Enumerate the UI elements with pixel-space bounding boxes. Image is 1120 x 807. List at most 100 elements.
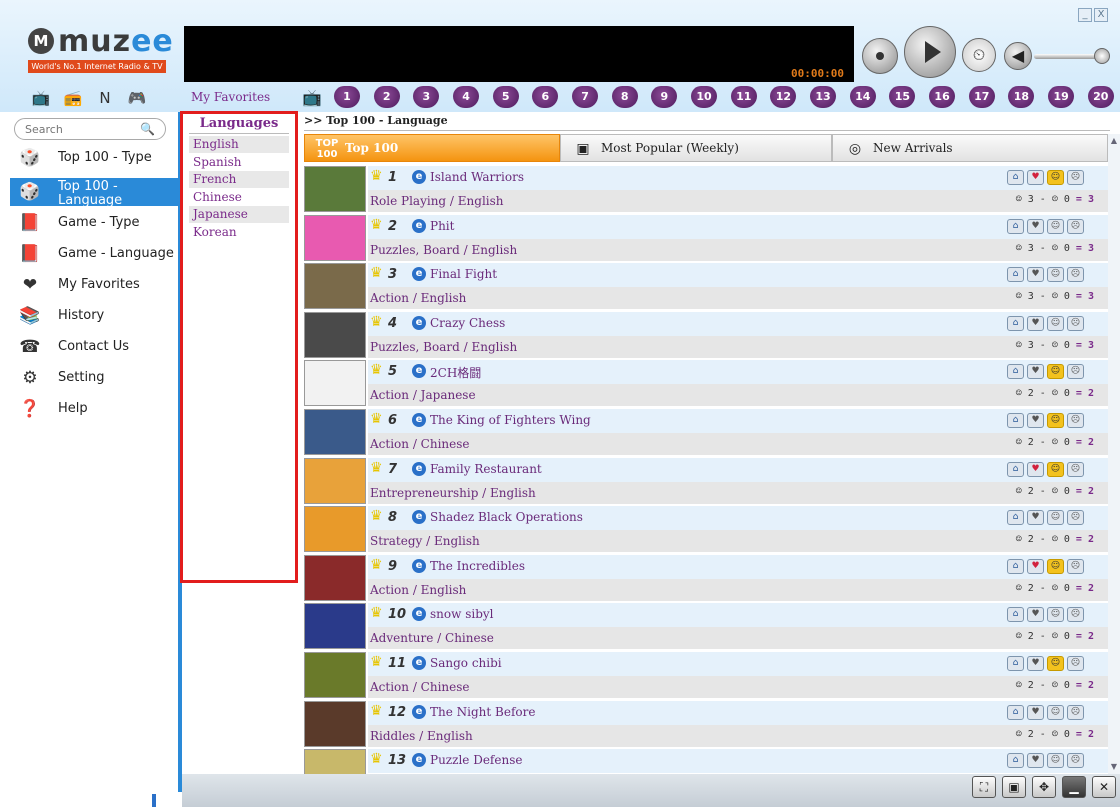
channel-17-button[interactable]: 17 bbox=[968, 86, 995, 108]
sidebar-item-contact-us[interactable]: ☎ Contact Us bbox=[10, 333, 180, 361]
game-title[interactable]: The King of Fighters Wing bbox=[430, 413, 591, 427]
game-title[interactable]: The Night Before bbox=[430, 705, 535, 719]
game-row[interactable]: ♛ 1 e Island Warriors ⌂ ♥ ☺ ☹ Role Playing / Eng… bbox=[304, 166, 1108, 214]
game-row[interactable]: ♛ 12 e The Night Before ⌂ ♥ ☺ ☹ Riddles / Englis… bbox=[304, 700, 1108, 749]
tab-most-popular-weekly-[interactable]: ▣ Most Popular (Weekly) bbox=[560, 134, 832, 162]
channel-7-button[interactable]: 7 bbox=[572, 86, 599, 108]
scroll-down-icon[interactable]: ▼ bbox=[1109, 762, 1119, 772]
home-icon[interactable]: ⌂ bbox=[1007, 656, 1024, 671]
vertical-scrollbar[interactable]: ▲ ▼ bbox=[1108, 134, 1120, 774]
radio-mode-icon[interactable]: 📻 bbox=[62, 88, 84, 108]
game-title[interactable]: Puzzle Defense bbox=[430, 753, 522, 767]
thumbs-up-icon[interactable]: ☺ bbox=[1047, 170, 1064, 185]
sidebar-item-my-favorites[interactable]: ❤ My Favorites bbox=[10, 271, 180, 299]
channel-10-button[interactable]: 10 bbox=[691, 86, 718, 108]
heart-icon[interactable]: ♥ bbox=[1027, 704, 1044, 720]
thumbs-up-icon[interactable]: ☺ bbox=[1047, 753, 1064, 769]
tab-new-arrivals[interactable]: ◎ New Arrivals bbox=[832, 134, 1108, 162]
clock-icon[interactable]: ⏲ bbox=[962, 38, 996, 72]
heart-icon[interactable]: ♥ bbox=[1027, 607, 1044, 623]
home-icon[interactable]: ⌂ bbox=[1007, 510, 1024, 526]
play-link-icon[interactable]: e bbox=[412, 315, 426, 330]
heart-icon[interactable]: ♥ bbox=[1027, 315, 1044, 331]
language-item-chinese[interactable]: Chinese bbox=[189, 189, 289, 206]
game-row[interactable]: ♛ 9 e The Incredibles ⌂ ♥ ☺ ☹ Action / English ☺ … bbox=[304, 554, 1108, 603]
play-link-icon[interactable]: e bbox=[412, 413, 426, 427]
fit-button[interactable]: ✥ bbox=[1032, 776, 1056, 798]
language-item-japanese[interactable]: Japanese bbox=[189, 206, 289, 223]
channel-8-button[interactable]: 8 bbox=[611, 86, 638, 108]
game-thumbnail[interactable] bbox=[304, 360, 366, 407]
game-thumbnail[interactable] bbox=[304, 506, 366, 553]
play-link-icon[interactable]: e bbox=[412, 364, 426, 379]
game-title[interactable]: 2CH格闘 bbox=[430, 364, 481, 381]
play-button[interactable] bbox=[904, 26, 956, 78]
game-row[interactable]: ♛ 2 e Phit ⌂ ♥ ☺ ☹ Puzzles, Board / English ☺ 3 -… bbox=[304, 214, 1108, 263]
thumbs-up-icon[interactable]: ☺ bbox=[1047, 315, 1064, 331]
play-link-icon[interactable]: e bbox=[412, 461, 426, 476]
heart-icon[interactable]: ♥ bbox=[1027, 364, 1044, 380]
channel-4-button[interactable]: 4 bbox=[453, 86, 480, 108]
game-mode-icon[interactable]: 🎮 bbox=[126, 88, 148, 108]
heart-icon[interactable]: ♥ bbox=[1027, 170, 1044, 185]
window-mode-button[interactable]: ▣ bbox=[1002, 776, 1026, 798]
channel-5-button[interactable]: 5 bbox=[492, 86, 519, 108]
game-thumbnail[interactable] bbox=[304, 749, 366, 774]
game-row[interactable]: ♛ 7 e Family Restaurant ⌂ ♥ ☺ ☹ Entrepreneurship… bbox=[304, 457, 1108, 506]
heart-icon[interactable]: ♥ bbox=[1027, 413, 1044, 428]
channel-11-button[interactable]: 11 bbox=[730, 86, 757, 108]
sidebar-item-setting[interactable]: ⚙ Setting bbox=[10, 364, 180, 392]
thumbs-down-icon[interactable]: ☹ bbox=[1067, 267, 1084, 283]
game-title[interactable]: Family Restaurant bbox=[430, 462, 542, 476]
game-thumbnail[interactable] bbox=[304, 409, 366, 455]
tv-icon[interactable]: 📺 bbox=[302, 88, 322, 107]
thumbs-down-icon[interactable]: ☹ bbox=[1067, 170, 1084, 185]
window-close-button[interactable]: X bbox=[1094, 8, 1108, 22]
channel-13-button[interactable]: 13 bbox=[810, 86, 837, 108]
game-thumbnail[interactable] bbox=[304, 700, 366, 747]
play-link-icon[interactable]: e bbox=[412, 267, 426, 282]
home-icon[interactable]: ⌂ bbox=[1007, 413, 1024, 428]
thumbs-down-icon[interactable]: ☹ bbox=[1067, 704, 1084, 720]
heart-icon[interactable]: ♥ bbox=[1027, 510, 1044, 526]
sidebar-item-game-type[interactable]: 📕 Game - Type bbox=[10, 209, 180, 237]
thumbs-down-icon[interactable]: ☹ bbox=[1067, 461, 1084, 477]
thumbs-down-icon[interactable]: ☹ bbox=[1067, 364, 1084, 380]
channel-15-button[interactable]: 15 bbox=[889, 86, 916, 108]
language-item-english[interactable]: English bbox=[189, 136, 289, 153]
home-icon[interactable]: ⌂ bbox=[1007, 558, 1024, 574]
game-title[interactable]: Crazy Chess bbox=[430, 316, 505, 330]
language-item-korean[interactable]: Korean bbox=[189, 224, 289, 241]
game-thumbnail[interactable] bbox=[304, 554, 366, 601]
game-title[interactable]: Sango chibi bbox=[430, 656, 502, 670]
play-link-icon[interactable]: e bbox=[412, 607, 426, 622]
game-thumbnail[interactable] bbox=[304, 214, 366, 261]
thumbs-down-icon[interactable]: ☹ bbox=[1067, 315, 1084, 331]
thumbs-down-icon[interactable]: ☹ bbox=[1067, 413, 1084, 428]
thumbs-down-icon[interactable]: ☹ bbox=[1067, 218, 1084, 234]
play-link-icon[interactable]: e bbox=[412, 753, 426, 768]
my-favorites-label[interactable]: My Favorites bbox=[191, 90, 270, 104]
scroll-up-icon[interactable]: ▲ bbox=[1109, 136, 1119, 146]
channel-9-button[interactable]: 9 bbox=[651, 86, 678, 108]
heart-icon[interactable]: ♥ bbox=[1027, 753, 1044, 769]
news-mode-icon[interactable]: N bbox=[94, 88, 116, 108]
game-row[interactable]: ♛ 6 e The King of Fighters Wing ⌂ ♥ ☺ ☹ Action /… bbox=[304, 409, 1108, 457]
search-input[interactable] bbox=[25, 122, 137, 136]
channel-1-button[interactable]: 1 bbox=[334, 86, 360, 108]
video-screen[interactable]: 00:00:00 bbox=[184, 26, 854, 82]
heart-icon[interactable]: ♥ bbox=[1027, 656, 1044, 671]
home-icon[interactable]: ⌂ bbox=[1007, 170, 1024, 185]
game-title[interactable]: The Incredibles bbox=[430, 559, 525, 573]
tab-top-100[interactable]: TOP 100 Top 100 bbox=[304, 134, 560, 162]
game-thumbnail[interactable] bbox=[304, 311, 366, 358]
thumbs-up-icon[interactable]: ☺ bbox=[1047, 218, 1064, 234]
heart-icon[interactable]: ♥ bbox=[1027, 461, 1044, 477]
thumbs-down-icon[interactable]: ☹ bbox=[1067, 510, 1084, 526]
home-icon[interactable]: ⌂ bbox=[1007, 267, 1024, 283]
home-icon[interactable]: ⌂ bbox=[1007, 607, 1024, 623]
search-icon[interactable]: 🔍 bbox=[140, 122, 155, 136]
game-row[interactable]: ♛ 8 e Shadez Black Operations ⌂ ♥ ☺ ☹ Strategy /… bbox=[304, 506, 1108, 554]
play-link-icon[interactable]: e bbox=[412, 704, 426, 719]
heart-icon[interactable]: ♥ bbox=[1027, 558, 1044, 574]
